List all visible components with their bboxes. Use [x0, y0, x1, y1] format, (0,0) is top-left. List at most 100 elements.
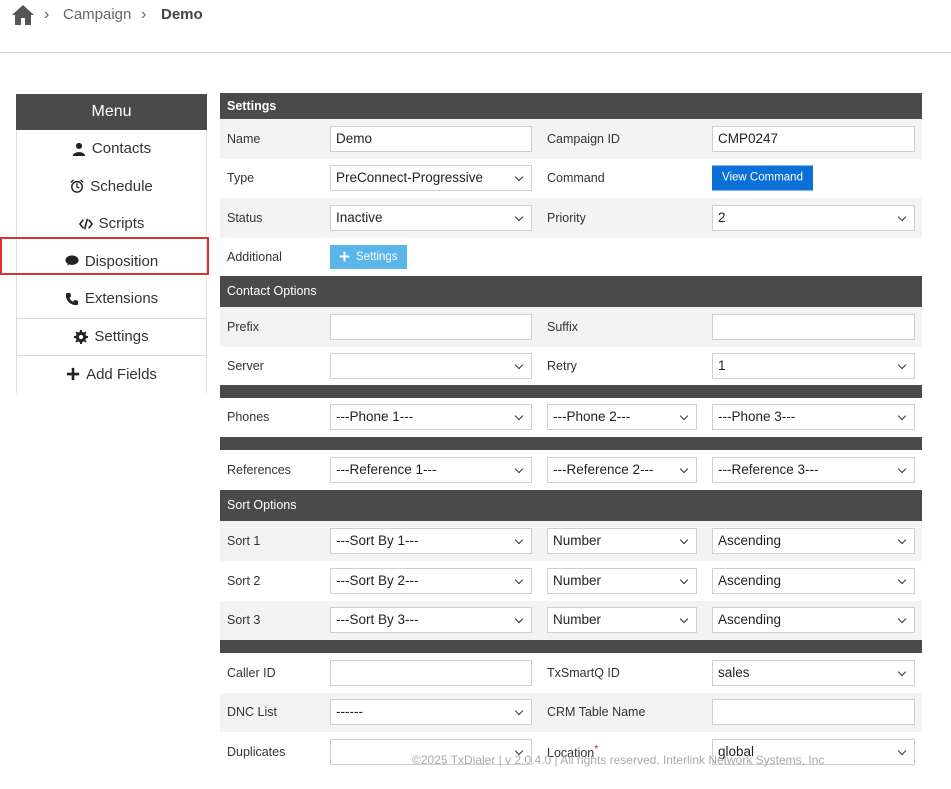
- row-name: Name Demo Campaign ID CMP0247: [220, 119, 922, 159]
- row-sort-2: Sort 2 ---Sort By 2--- Number Ascending: [220, 561, 922, 601]
- duplicates-label: Duplicates: [227, 744, 286, 759]
- crm-table-name-input[interactable]: [712, 699, 915, 725]
- sort-1-by-select[interactable]: ---Sort By 1---: [330, 527, 532, 554]
- server-select[interactable]: [330, 352, 532, 379]
- caller-id-label: Caller ID: [227, 665, 276, 680]
- gear-icon: [74, 329, 89, 344]
- prefix-label: Prefix: [227, 319, 259, 334]
- name-input[interactable]: Demo: [330, 125, 532, 152]
- breadcrumb-current: Demo: [161, 6, 203, 23]
- side-menu: Menu Contacts Schedule Scripts Dispositi…: [0, 94, 209, 393]
- references-label: References: [227, 462, 291, 477]
- row-sort-1: Sort 1 ---Sort By 1--- Number Ascending: [220, 520, 922, 561]
- row-prefix: Prefix Suffix: [220, 306, 922, 347]
- menu-title: Menu: [16, 94, 207, 130]
- campaign-id-input[interactable]: CMP0247: [712, 125, 915, 152]
- chevron-right-icon: ›: [44, 6, 50, 23]
- command-label: Command: [547, 171, 605, 186]
- settings-panel: Settings Name Demo Campaign ID CMP0247 T…: [220, 93, 922, 767]
- menu-item-settings[interactable]: Settings: [16, 317, 207, 356]
- row-status: Status Inactive Priority 2: [220, 198, 922, 238]
- sort-2-type-select[interactable]: Number: [547, 567, 697, 594]
- menu-item-add-fields[interactable]: Add Fields: [16, 355, 207, 393]
- chevron-right-icon: ›: [141, 6, 147, 23]
- section-divider: [220, 639, 922, 653]
- section-header-contact-options: Contact Options: [220, 275, 922, 307]
- row-additional: Additional Settings: [220, 238, 922, 276]
- priority-label: Priority: [547, 210, 586, 225]
- row-phones: Phones ---Phone 1--- ---Phone 2--- ---Ph…: [220, 398, 922, 437]
- status-select[interactable]: Inactive: [330, 204, 532, 231]
- menu-item-contacts[interactable]: Contacts: [16, 130, 207, 168]
- section-divider: [220, 384, 922, 398]
- menu-item-label: Extensions: [84, 290, 159, 308]
- sort-3-type-select[interactable]: Number: [547, 607, 697, 633]
- caller-id-input[interactable]: [330, 659, 532, 686]
- menu-item-schedule[interactable]: Schedule: [16, 167, 207, 205]
- alarm-clock-icon: [70, 179, 84, 194]
- sort-1-type-select[interactable]: Number: [547, 527, 697, 554]
- reference-1-select[interactable]: ---Reference 1---: [330, 456, 532, 483]
- sort-2-order-select[interactable]: Ascending: [712, 567, 915, 594]
- status-label: Status: [227, 210, 263, 225]
- phones-label: Phones: [227, 410, 270, 424]
- row-dnc-list: DNC List ------ CRM Table Name: [220, 692, 922, 732]
- home-icon[interactable]: [11, 3, 35, 27]
- phone-3-select[interactable]: ---Phone 3---: [712, 404, 915, 430]
- view-command-button[interactable]: View Command: [712, 165, 813, 191]
- row-type: Type PreConnect-Progressive Command View…: [220, 159, 922, 199]
- txsmartq-id-select[interactable]: sales: [712, 659, 915, 686]
- row-server: Server Retry 1: [220, 347, 922, 385]
- plus-icon: [339, 251, 350, 262]
- type-label: Type: [227, 171, 255, 186]
- sort-3-order-select[interactable]: Ascending: [712, 607, 915, 633]
- menu-item-label: Schedule: [90, 177, 153, 195]
- priority-select[interactable]: 2: [712, 204, 915, 231]
- row-caller-id: Caller ID TxSmartQ ID sales: [220, 653, 922, 693]
- reference-2-select[interactable]: ---Reference 2---: [547, 456, 697, 483]
- additional-settings-label: Settings: [356, 250, 398, 263]
- menu-item-extensions[interactable]: Extensions: [16, 280, 207, 318]
- server-label: Server: [227, 358, 264, 373]
- suffix-label: Suffix: [547, 319, 579, 334]
- section-header-sort-options: Sort Options: [220, 489, 922, 521]
- top-bar: › Campaign › Demo: [0, 0, 951, 53]
- crm-table-name-label: CRM Table Name: [547, 705, 646, 719]
- section-header-settings: Settings: [220, 93, 922, 119]
- reference-3-select[interactable]: ---Reference 3---: [712, 456, 915, 483]
- sort-2-by-select[interactable]: ---Sort By 2---: [330, 567, 532, 594]
- additional-settings-button[interactable]: Settings: [330, 244, 407, 269]
- menu-item-label: Contacts: [91, 140, 152, 158]
- retry-select[interactable]: 1: [712, 352, 915, 379]
- code-icon: [78, 218, 93, 230]
- dnc-list-select[interactable]: ------: [330, 699, 532, 725]
- row-references: References ---Reference 1--- ---Referenc…: [220, 450, 922, 490]
- name-label: Name: [227, 131, 261, 146]
- dnc-list-label: DNC List: [227, 705, 278, 719]
- disposition-highlight-box: [0, 237, 209, 275]
- sort-3-by-select[interactable]: ---Sort By 3---: [330, 607, 532, 633]
- campaign-id-label: Campaign ID: [547, 131, 620, 146]
- sort-1-label: Sort 1: [227, 533, 261, 548]
- prefix-input[interactable]: [330, 313, 532, 340]
- sort-1-order-select[interactable]: Ascending: [712, 527, 915, 554]
- section-divider: [220, 436, 922, 450]
- phone-icon: [65, 292, 78, 305]
- sort-3-label: Sort 3: [227, 613, 261, 627]
- additional-label: Additional: [227, 249, 282, 264]
- sort-2-label: Sort 2: [227, 573, 261, 588]
- plus-icon: [66, 368, 80, 381]
- phone-2-select[interactable]: ---Phone 2---: [547, 404, 697, 430]
- menu-item-label: Add Fields: [86, 365, 157, 383]
- breadcrumb-campaign[interactable]: Campaign: [63, 6, 131, 23]
- txsmartq-id-label: TxSmartQ ID: [547, 665, 620, 680]
- user-icon: [72, 142, 86, 156]
- phone-1-select[interactable]: ---Phone 1---: [330, 404, 532, 430]
- suffix-input[interactable]: [712, 313, 915, 340]
- footer-copyright: ©2025 TxDialer | v 2.0.4.0 | All rights …: [412, 753, 825, 767]
- menu-item-label: Scripts: [98, 215, 145, 233]
- menu-item-label: Settings: [94, 328, 149, 345]
- row-sort-3: Sort 3 ---Sort By 3--- Number Ascending: [220, 600, 922, 640]
- type-select[interactable]: PreConnect-Progressive: [330, 165, 532, 192]
- retry-label: Retry: [547, 358, 577, 373]
